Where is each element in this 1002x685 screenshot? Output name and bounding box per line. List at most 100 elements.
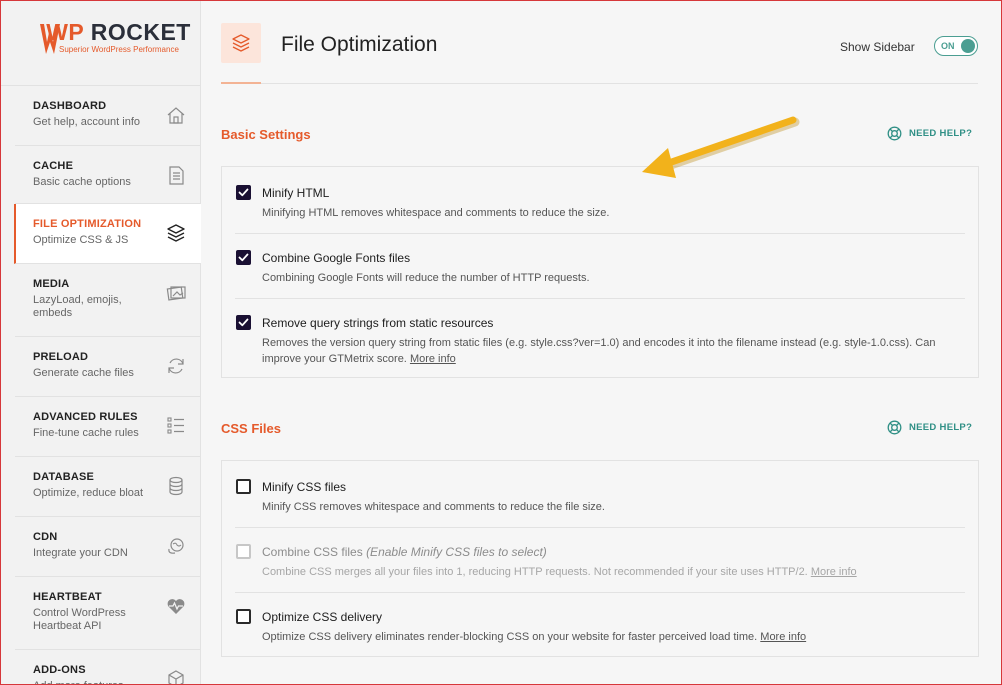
sidebar-item-advanced-rules[interactable]: ADVANCED RULES Fine-tune cache rules: [15, 397, 201, 457]
more-info-link[interactable]: More info: [760, 631, 806, 643]
sidebar-item-desc: Optimize CSS & JS: [33, 234, 129, 246]
sidebar-item-title: DATABASE: [33, 471, 95, 483]
header-accent: [221, 82, 261, 84]
combine-css-files-checkbox: [236, 544, 251, 559]
brand-name: WWP ROCKET: [41, 19, 191, 46]
option-label[interactable]: Combine Google Fonts files: [262, 251, 410, 265]
sidebar-item-desc: Control WordPress Heartbeat API: [33, 607, 126, 632]
option-description-text: Removes the version query string from st…: [262, 337, 936, 365]
option-description-text: Combine CSS merges all your files into 1…: [262, 566, 808, 578]
section-title-basic-settings: Basic Settings: [221, 127, 311, 142]
need-help-label: NEED HELP?: [909, 422, 973, 433]
refresh-icon: [168, 358, 184, 374]
option-description-text: Minify CSS removes whitespace and commen…: [262, 501, 605, 513]
lifebuoy-icon: [887, 420, 902, 435]
sidebar-item-cdn[interactable]: CDN Integrate your CDN: [15, 517, 201, 577]
database-icon: [169, 476, 183, 496]
sidebar-item-title: HEARTBEAT: [33, 591, 102, 603]
sidebar-item-title: CACHE: [33, 160, 74, 172]
heart-pulse-icon: [167, 599, 185, 614]
sidebar-item-database[interactable]: DATABASE Optimize, reduce bloat: [15, 457, 201, 517]
option-remove-query-strings-from-static-resources: Remove query strings from static resourc…: [222, 315, 978, 365]
option-minify-css-files: Minify CSS files Minify CSS removes white…: [222, 479, 978, 529]
option-description-text: Optimize CSS delivery eliminates render-…: [262, 631, 758, 643]
option-label-note: (Enable Minify CSS files to select): [366, 545, 547, 559]
sidebar-item-desc: Fine-tune cache rules: [33, 427, 139, 439]
option-description: Minifying HTML removes whitespace and co…: [262, 205, 962, 221]
sidebar-item-cache[interactable]: CACHE Basic cache options: [15, 146, 201, 204]
sidebar-item-preload[interactable]: PRELOAD Generate cache files: [15, 337, 201, 397]
optimize-css-delivery-checkbox[interactable]: [236, 609, 251, 624]
option-label[interactable]: Optimize CSS delivery: [262, 610, 382, 624]
option-description: Optimize CSS delivery eliminates render-…: [262, 629, 962, 645]
sidebar: WWP ROCKET Superior WordPress Performanc…: [0, 0, 201, 685]
home-icon: [167, 107, 185, 124]
list-icon: [167, 417, 184, 434]
option-description: Removes the version query string from st…: [262, 335, 962, 367]
option-divider: [235, 298, 965, 299]
sidebar-item-heartbeat[interactable]: HEARTBEAT Control WordPress Heartbeat API: [15, 577, 201, 650]
sidebar-item-desc: Get help, account info: [33, 116, 141, 128]
option-label-text: Minify CSS files: [262, 480, 347, 494]
option-description-text: Minifying HTML removes whitespace and co…: [262, 207, 610, 219]
brand-name-part2: ROCKET: [90, 19, 191, 45]
logo[interactable]: WWP ROCKET Superior WordPress Performanc…: [0, 0, 200, 86]
sidebar-item-title: CDN: [33, 531, 58, 543]
sidebar-item-desc: Optimize, reduce bloat: [33, 487, 144, 499]
sidebar-item-dashboard[interactable]: DASHBOARD Get help, account info: [15, 86, 201, 146]
sidebar-item-desc: Basic cache options: [33, 176, 131, 188]
option-label-text: Optimize CSS delivery: [262, 610, 383, 624]
main-content: File Optimization Show Sidebar ON Basic …: [201, 0, 1002, 685]
toggle-knob: [961, 39, 975, 53]
option-label-text: Combine CSS files: [262, 545, 363, 559]
settings-panel-basic-settings: Minify HTML Minifying HTML removes whites…: [221, 166, 979, 378]
sidebar-item-title: MEDIA: [33, 278, 70, 290]
document-icon: [169, 166, 184, 185]
option-label: Combine CSS files (Enable Minify CSS fil…: [262, 545, 547, 559]
page-title: File Optimization: [281, 33, 438, 56]
layers-icon: [232, 34, 250, 52]
option-label-text: Combine Google Fonts files: [262, 251, 411, 265]
page-icon: [221, 23, 261, 63]
show-sidebar-toggle[interactable]: ON: [934, 36, 978, 56]
option-optimize-css-delivery: Optimize CSS delivery Optimize CSS delive…: [222, 609, 978, 659]
header-divider: [221, 83, 978, 84]
option-combine-css-files: Combine CSS files (Enable Minify CSS fil…: [222, 544, 978, 594]
sidebar-item-desc: Add more features: [33, 680, 153, 685]
sidebar-item-add-ons[interactable]: ADD-ONS Add more features: [15, 650, 201, 685]
sidebar-item-desc: LazyLoad, emojis, embeds: [33, 294, 122, 319]
brand-tagline: Superior WordPress Performance: [59, 45, 179, 54]
sidebar-item-media[interactable]: MEDIA LazyLoad, emojis, embeds: [15, 264, 201, 337]
minify-css-files-checkbox[interactable]: [236, 479, 251, 494]
sidebar-item-title: PRELOAD: [33, 351, 89, 363]
option-label-text: Remove query strings from static resourc…: [262, 316, 494, 330]
settings-panel-css-files: Minify CSS files Minify CSS removes white…: [221, 460, 979, 657]
more-info-link[interactable]: More info: [811, 566, 857, 578]
combine-google-fonts-files-checkbox[interactable]: [236, 250, 251, 265]
option-label[interactable]: Minify CSS files: [262, 480, 346, 494]
option-label[interactable]: Minify HTML: [262, 186, 329, 200]
toggle-state-text: ON: [941, 41, 955, 51]
option-description: Minify CSS removes whitespace and commen…: [262, 499, 962, 515]
sidebar-item-title: DASHBOARD: [33, 100, 107, 112]
more-info-link[interactable]: More info: [410, 353, 456, 365]
need-help-label: NEED HELP?: [909, 128, 973, 139]
option-divider: [235, 527, 965, 528]
option-description: Combining Google Fonts will reduce the n…: [262, 270, 962, 286]
sidebar-item-file-optimization[interactable]: FILE OPTIMIZATION Optimize CSS & JS: [14, 204, 201, 264]
option-label[interactable]: Remove query strings from static resourc…: [262, 316, 493, 330]
section-title-css-files: CSS Files: [221, 421, 281, 436]
sidebar-item-title: ADD-ONS: [33, 664, 86, 676]
option-divider: [235, 233, 965, 234]
option-description: Combine CSS merges all your files into 1…: [262, 564, 962, 580]
option-description-text: Combining Google Fonts will reduce the n…: [262, 272, 590, 284]
option-divider: [235, 592, 965, 593]
images-icon: [166, 286, 186, 301]
minify-html-checkbox[interactable]: [236, 185, 251, 200]
lifebuoy-icon: [887, 126, 902, 141]
sidebar-item-title: ADVANCED RULES: [33, 411, 138, 423]
layers-icon: [167, 224, 185, 242]
sidebar-item-title: FILE OPTIMIZATION: [33, 218, 142, 230]
option-combine-google-fonts-files: Combine Google Fonts files Combining Goog…: [222, 250, 978, 300]
remove-query-strings-from-static-resources-checkbox[interactable]: [236, 315, 251, 330]
